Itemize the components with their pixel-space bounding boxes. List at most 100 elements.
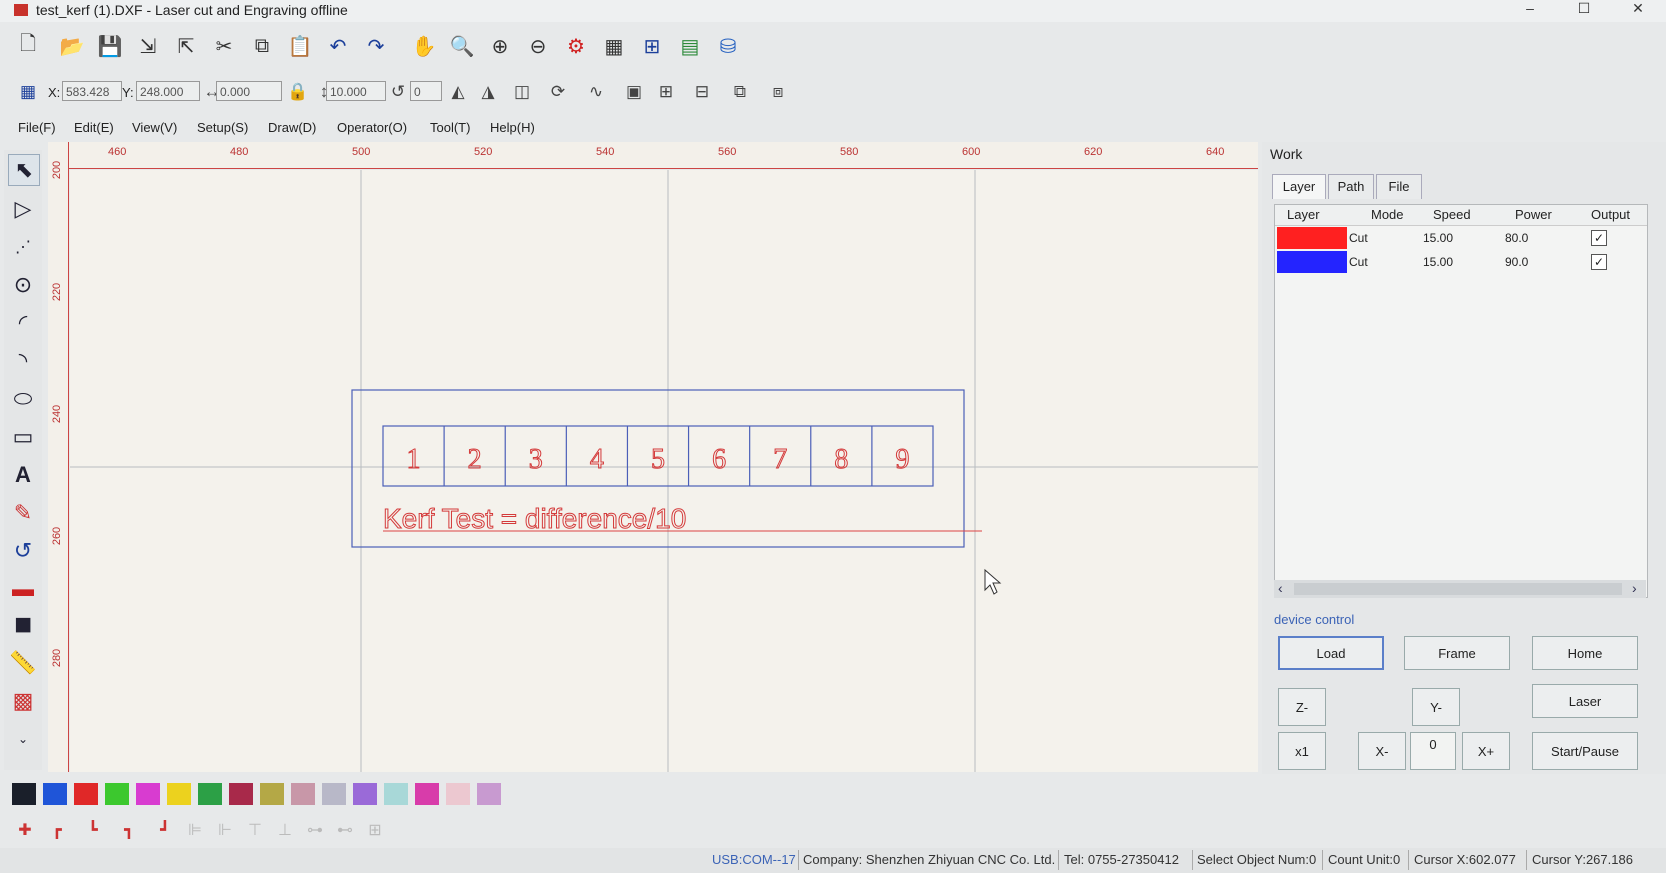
distribute-icon[interactable]: ⊞	[362, 818, 388, 842]
new-icon[interactable]: 🗋	[14, 32, 42, 60]
x-plus-button[interactable]: X+	[1462, 732, 1510, 770]
tab-path[interactable]: Path	[1328, 174, 1374, 199]
table-row[interactable]: Cut 15.00 90.0 ✓	[1275, 251, 1647, 273]
color-swatch[interactable]	[167, 783, 191, 805]
paste-icon[interactable]: 📋	[286, 32, 314, 60]
position-icon[interactable]: ▦	[16, 80, 40, 104]
laser-button[interactable]: Laser	[1532, 684, 1638, 718]
pan-icon[interactable]: ✋	[410, 32, 438, 60]
menu-help[interactable]: Help(H)	[490, 120, 535, 135]
x-minus-button[interactable]: X-	[1358, 732, 1406, 770]
zoom-in-icon[interactable]: ⊕	[486, 32, 514, 60]
import-icon[interactable]: ⇲	[134, 32, 162, 60]
rotate-tool-icon[interactable]: ↺	[8, 536, 38, 566]
mirror-horizontal-icon[interactable]: ◭	[446, 80, 470, 104]
output-checkbox[interactable]: ✓	[1591, 230, 1607, 246]
align-center-icon[interactable]: ◫	[510, 80, 534, 104]
grid-array-icon[interactable]: ▩	[8, 686, 38, 716]
grid-snap-icon[interactable]: ⊞	[638, 32, 666, 60]
save-icon[interactable]: 💾	[96, 32, 124, 60]
rotate-icon[interactable]: ↺	[386, 80, 410, 104]
ellipse-icon[interactable]: ⬭	[8, 384, 38, 414]
refresh-icon[interactable]: ⟳	[546, 80, 570, 104]
color-swatch[interactable]	[415, 783, 439, 805]
text-icon[interactable]: A	[8, 460, 38, 490]
color-swatch[interactable]	[229, 783, 253, 805]
align-center-point-icon[interactable]: ✚	[12, 818, 38, 842]
open-icon[interactable]: 📂	[58, 32, 86, 60]
align-bottom-right-icon[interactable]: ┛	[152, 818, 178, 842]
minimize-button[interactable]: –	[1512, 0, 1548, 18]
scroll-right-icon[interactable]: ›	[1632, 580, 1637, 596]
kerf-number[interactable]: 7	[773, 444, 788, 476]
rectangle-icon[interactable]: ▭	[8, 422, 38, 452]
kerf-number[interactable]: 9	[895, 444, 910, 476]
select-pointer-icon[interactable]: ⬉	[8, 154, 40, 186]
align-hcenter-icon[interactable]: ⊶	[302, 818, 328, 842]
database-icon[interactable]: ⛁	[714, 32, 742, 60]
color-swatch[interactable]	[446, 783, 470, 805]
export-icon[interactable]: ⇱	[172, 32, 200, 60]
tab-file[interactable]: File	[1376, 174, 1422, 199]
kerf-number[interactable]: 1	[406, 444, 421, 476]
align-bottom-left-icon[interactable]: ┗	[80, 818, 106, 842]
color-swatch[interactable]	[136, 783, 160, 805]
align-top-icon[interactable]: ⊤	[242, 818, 268, 842]
redo-icon[interactable]: ↷	[362, 32, 390, 60]
layer-color-swatch[interactable]	[1277, 227, 1347, 249]
group-icon[interactable]: ⧉	[728, 80, 752, 104]
frame-button[interactable]: Frame	[1404, 636, 1510, 670]
menu-operator[interactable]: Operator(O)	[337, 120, 407, 135]
color-swatch[interactable]	[43, 783, 67, 805]
ruler-icon[interactable]: 📏	[8, 648, 38, 678]
solid-block-icon[interactable]: ■	[8, 608, 38, 641]
tab-layer[interactable]: Layer	[1272, 174, 1326, 199]
color-swatch[interactable]	[291, 783, 315, 805]
home-button[interactable]: Home	[1532, 636, 1638, 670]
step-value-field[interactable]: 0	[1410, 732, 1456, 770]
menu-file[interactable]: File(F)	[18, 120, 56, 135]
width-field[interactable]: 0.000	[216, 81, 282, 101]
mirror-vertical-icon[interactable]: ◮	[476, 80, 500, 104]
align-bottom-icon[interactable]: ⊥	[272, 818, 298, 842]
array-grid-icon[interactable]: ⊟	[690, 80, 714, 104]
align-top-right-icon[interactable]: ┓	[116, 818, 142, 842]
output-checkbox[interactable]: ✓	[1591, 254, 1607, 270]
color-swatch[interactable]	[105, 783, 129, 805]
align-vcenter-icon[interactable]: ⊷	[332, 818, 358, 842]
angle-field[interactable]: 0	[410, 81, 442, 101]
horizontal-scrollbar[interactable]: ‹ ›	[1274, 580, 1646, 598]
align-left-icon[interactable]: ⊫	[182, 818, 208, 842]
scroll-left-icon[interactable]: ‹	[1278, 580, 1283, 596]
x-position-field[interactable]: 583.428	[62, 81, 122, 101]
y-minus-button[interactable]: Y-	[1412, 688, 1460, 726]
height-field[interactable]: 10.000	[326, 81, 386, 101]
settings-gear-icon[interactable]: ⚙	[562, 32, 590, 60]
curve-icon[interactable]: ∿	[584, 80, 608, 104]
kerf-caption[interactable]: Kerf Test = difference/10	[383, 503, 687, 535]
kerf-number[interactable]: 3	[528, 444, 543, 476]
lock-icon[interactable]: 🔒	[286, 80, 310, 104]
table-row[interactable]: Cut 15.00 80.0 ✓	[1275, 227, 1647, 249]
color-swatch[interactable]	[260, 783, 284, 805]
menu-edit[interactable]: Edit(E)	[74, 120, 114, 135]
line-icon[interactable]: ⋰	[8, 232, 38, 262]
menu-draw[interactable]: Draw(D)	[268, 120, 316, 135]
kerf-number[interactable]: 2	[467, 444, 482, 476]
circle-icon[interactable]: ⊙	[8, 270, 38, 300]
z-minus-button[interactable]: Z-	[1278, 688, 1326, 726]
align-top-left-icon[interactable]: ┏	[44, 818, 70, 842]
undo-icon[interactable]: ↶	[324, 32, 352, 60]
kerf-number[interactable]: 4	[589, 444, 604, 476]
kerf-number[interactable]: 8	[834, 444, 849, 476]
frame-icon[interactable]: ▣	[622, 80, 646, 104]
ungroup-icon[interactable]: ⧈	[766, 80, 790, 104]
color-swatch[interactable]	[74, 783, 98, 805]
menu-setup[interactable]: Setup(S)	[197, 120, 248, 135]
node-edit-icon[interactable]: ▷	[8, 194, 38, 224]
cut-icon[interactable]: ✂	[210, 32, 238, 60]
maximize-button[interactable]: ☐	[1566, 0, 1602, 18]
load-button[interactable]: Load	[1278, 636, 1384, 670]
kerf-number[interactable]: 5	[651, 444, 666, 476]
copy-icon[interactable]: ⧉	[248, 32, 276, 60]
